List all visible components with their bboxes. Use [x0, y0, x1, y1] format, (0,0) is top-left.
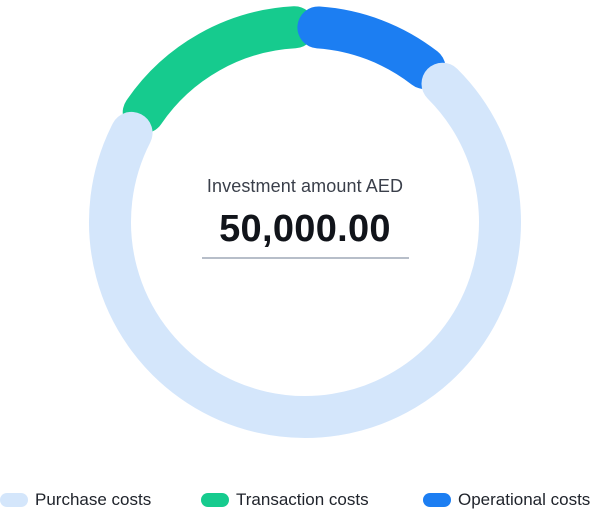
chart-legend: Purchase costs Transaction costs Operati… — [0, 488, 610, 512]
donut-segment-transaction-costs[interactable] — [122, 6, 316, 134]
legend-label-operational-costs: Operational costs — [458, 490, 591, 509]
legend-swatch-transaction-costs — [201, 493, 229, 507]
investment-amount-label: Investment amount AED — [206, 176, 404, 196]
legend-item-transaction-costs: Transaction costs — [201, 488, 369, 512]
legend-swatch-operational-costs — [423, 493, 451, 507]
investment-amount-value[interactable]: 50,000.00 — [145, 208, 465, 251]
legend-swatch-purchase-costs — [0, 493, 28, 507]
donut-segment-operational-costs[interactable] — [297, 6, 446, 89]
legend-item-purchase-costs: Purchase costs — [0, 488, 151, 512]
investment-amount-underline — [202, 257, 409, 259]
legend-item-operational-costs: Operational costs — [423, 488, 590, 512]
legend-label-transaction-costs: Transaction costs — [236, 490, 369, 509]
investment-cost-breakdown: Investment amount AED 50,000.00 Purchase… — [0, 0, 610, 513]
legend-label-purchase-costs: Purchase costs — [35, 490, 152, 509]
